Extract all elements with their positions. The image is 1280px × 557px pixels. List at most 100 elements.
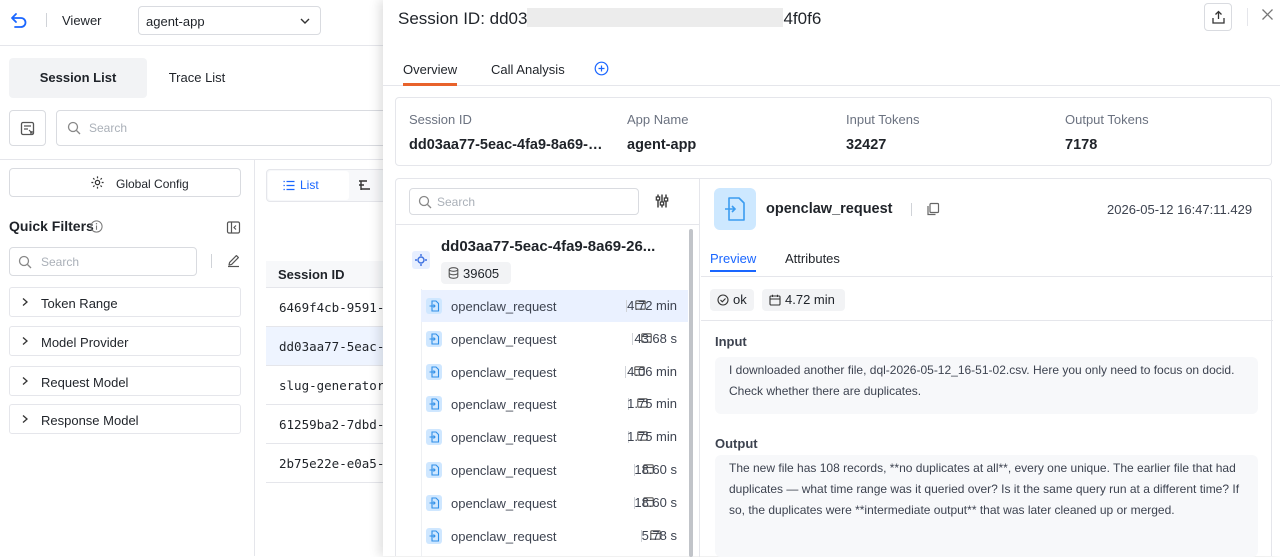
table-row[interactable]: 6469f4cb-9591- [266, 288, 384, 327]
filter-settings-icon[interactable] [654, 193, 670, 209]
span-timestamp: 2026-05-12 16:47:11.429 [1107, 202, 1253, 217]
divider [701, 276, 1273, 277]
facet-label: Token Range [41, 296, 118, 311]
session-table: Session ID 6469f4cb-9591- dd03aa77-5eac-… [266, 261, 385, 483]
facet-response-model[interactable]: Response Model [9, 404, 241, 434]
summary-session-id: Session ID dd03aa77-5eac-4fa9-8a69-26... [396, 98, 605, 167]
calendar-icon [769, 294, 781, 306]
tab-preview[interactable]: Preview [710, 251, 757, 272]
span-name: openclaw_request [451, 299, 557, 314]
app-select[interactable]: agent-app [138, 6, 321, 35]
session-id-cell: 61259ba2-7dbd- [279, 417, 385, 432]
summary-label: Input Tokens [846, 112, 920, 127]
collapse-panel-icon[interactable] [226, 220, 241, 235]
session-detail-drawer: Session ID: dd03 4f0f6 Overview Call Anal… [383, 0, 1280, 557]
span-row[interactable]: openclaw_request 1.75 min [421, 388, 688, 420]
span-duration: 1.75 min [627, 396, 677, 412]
edit-icon[interactable] [226, 253, 241, 268]
back-arrow-icon[interactable] [9, 10, 29, 30]
panel-filter-icon [20, 121, 35, 136]
span-duration: 43.68 s [634, 330, 677, 346]
table-row[interactable]: 2b75e22e-e0a5- [266, 444, 385, 483]
facet-request-model[interactable]: Request Model [9, 366, 241, 396]
quick-filters-title: Quick Filters [9, 218, 94, 234]
export-button[interactable] [1204, 3, 1232, 31]
search-placeholder: Search [437, 195, 476, 209]
tab-call-analysis[interactable]: Call Analysis [491, 62, 565, 77]
table-row[interactable]: dd03aa77-5eac- [266, 327, 385, 366]
status-badge: ok [710, 289, 754, 311]
check-circle-icon [717, 294, 729, 306]
session-id-cell: dd03aa77-5eac- [279, 339, 385, 354]
tab-session-list[interactable]: Session List [9, 58, 147, 98]
span-type-icon [714, 188, 756, 230]
facet-token-range[interactable]: Token Range [9, 287, 241, 317]
list-view-button[interactable]: List [268, 171, 349, 200]
span-row[interactable]: openclaw_request 5.78 s [421, 520, 688, 552]
tab-overview[interactable]: Overview [403, 62, 458, 86]
tab-trace-list[interactable]: Trace List [147, 58, 247, 98]
filter-search-input[interactable]: Search [9, 247, 197, 276]
span-name: openclaw_request [451, 528, 557, 544]
search-placeholder: Search [41, 255, 80, 269]
table-header: Session ID [266, 261, 383, 288]
span-row[interactable]: openclaw_request 4.72 min [421, 290, 688, 322]
output-section-title: Output [715, 436, 758, 451]
copy-icon[interactable] [926, 202, 940, 216]
span-row[interactable]: openclaw_request 18.60 s [421, 487, 688, 519]
token-count: 39605 [463, 266, 500, 281]
divider [396, 224, 699, 225]
span-type-icon [426, 527, 442, 544]
span-duration: 1.75 min [627, 429, 677, 445]
span-type-icon [426, 363, 442, 380]
divider [254, 160, 255, 556]
chevron-down-icon [300, 18, 310, 24]
span-duration: 18.60 s [634, 494, 677, 510]
span-name: openclaw_request [451, 364, 557, 380]
span-type-icon [426, 298, 442, 314]
close-icon[interactable] [1261, 8, 1274, 21]
span-row[interactable]: openclaw_request 18.60 s [421, 454, 688, 486]
input-section-title: Input [715, 334, 747, 349]
divider [625, 365, 626, 378]
drawer-title: Session ID: dd03 4f0f6 [398, 8, 821, 29]
global-config-button[interactable]: Global Config [9, 168, 241, 197]
span-tree: Search dd03aa77-5eac-4fa9-8a69-26... 396… [396, 179, 700, 557]
session-id-cell: 2b75e22e-e0a5- [279, 456, 385, 471]
scrollbar-thumb[interactable] [689, 229, 693, 557]
span-type-icon [426, 494, 442, 511]
tab-attributes[interactable]: Attributes [785, 251, 840, 266]
add-tab-icon[interactable] [594, 61, 609, 76]
list-icon [283, 180, 295, 191]
session-id-cell: slug-generator [279, 378, 385, 393]
divider [211, 254, 212, 268]
tree-view-icon[interactable] [358, 179, 371, 192]
span-search-input[interactable]: Search [409, 188, 639, 215]
span-name: openclaw_request [451, 397, 557, 413]
session-search-input[interactable]: Search [56, 110, 396, 146]
filter-toggle-button[interactable] [9, 110, 46, 146]
span-row[interactable]: openclaw_request 4.06 min [421, 356, 688, 388]
summary-label: App Name [627, 112, 689, 127]
span-row[interactable]: openclaw_request 43.68 s [421, 323, 688, 355]
info-icon[interactable] [90, 220, 103, 233]
table-row[interactable]: slug-generator [266, 366, 385, 405]
table-row[interactable]: 61259ba2-7dbd- [266, 405, 385, 444]
search-icon [418, 195, 432, 209]
facet-model-provider[interactable]: Model Provider [9, 326, 241, 356]
viewer-label: Viewer [62, 13, 102, 28]
session-root-title[interactable]: dd03aa77-5eac-4fa9-8a69-26... [441, 238, 683, 255]
divider [701, 320, 1273, 321]
summary-input-tokens: Input Tokens 32427 [833, 98, 1033, 167]
search-icon [67, 121, 81, 135]
span-row[interactable]: openclaw_request 1.75 min [421, 421, 688, 453]
drawer-title-suffix: 4f0f6 [783, 9, 822, 28]
span-type-icon [426, 462, 442, 478]
span-duration: 4.72 min [627, 298, 677, 313]
divider [46, 13, 47, 27]
database-icon [448, 267, 459, 279]
span-type-icon [426, 429, 442, 446]
drawer-title-prefix: Session ID: dd03 [398, 9, 528, 28]
output-content: The new file has 108 records, **no dupli… [715, 455, 1258, 557]
summary-value: agent-app [627, 137, 697, 153]
